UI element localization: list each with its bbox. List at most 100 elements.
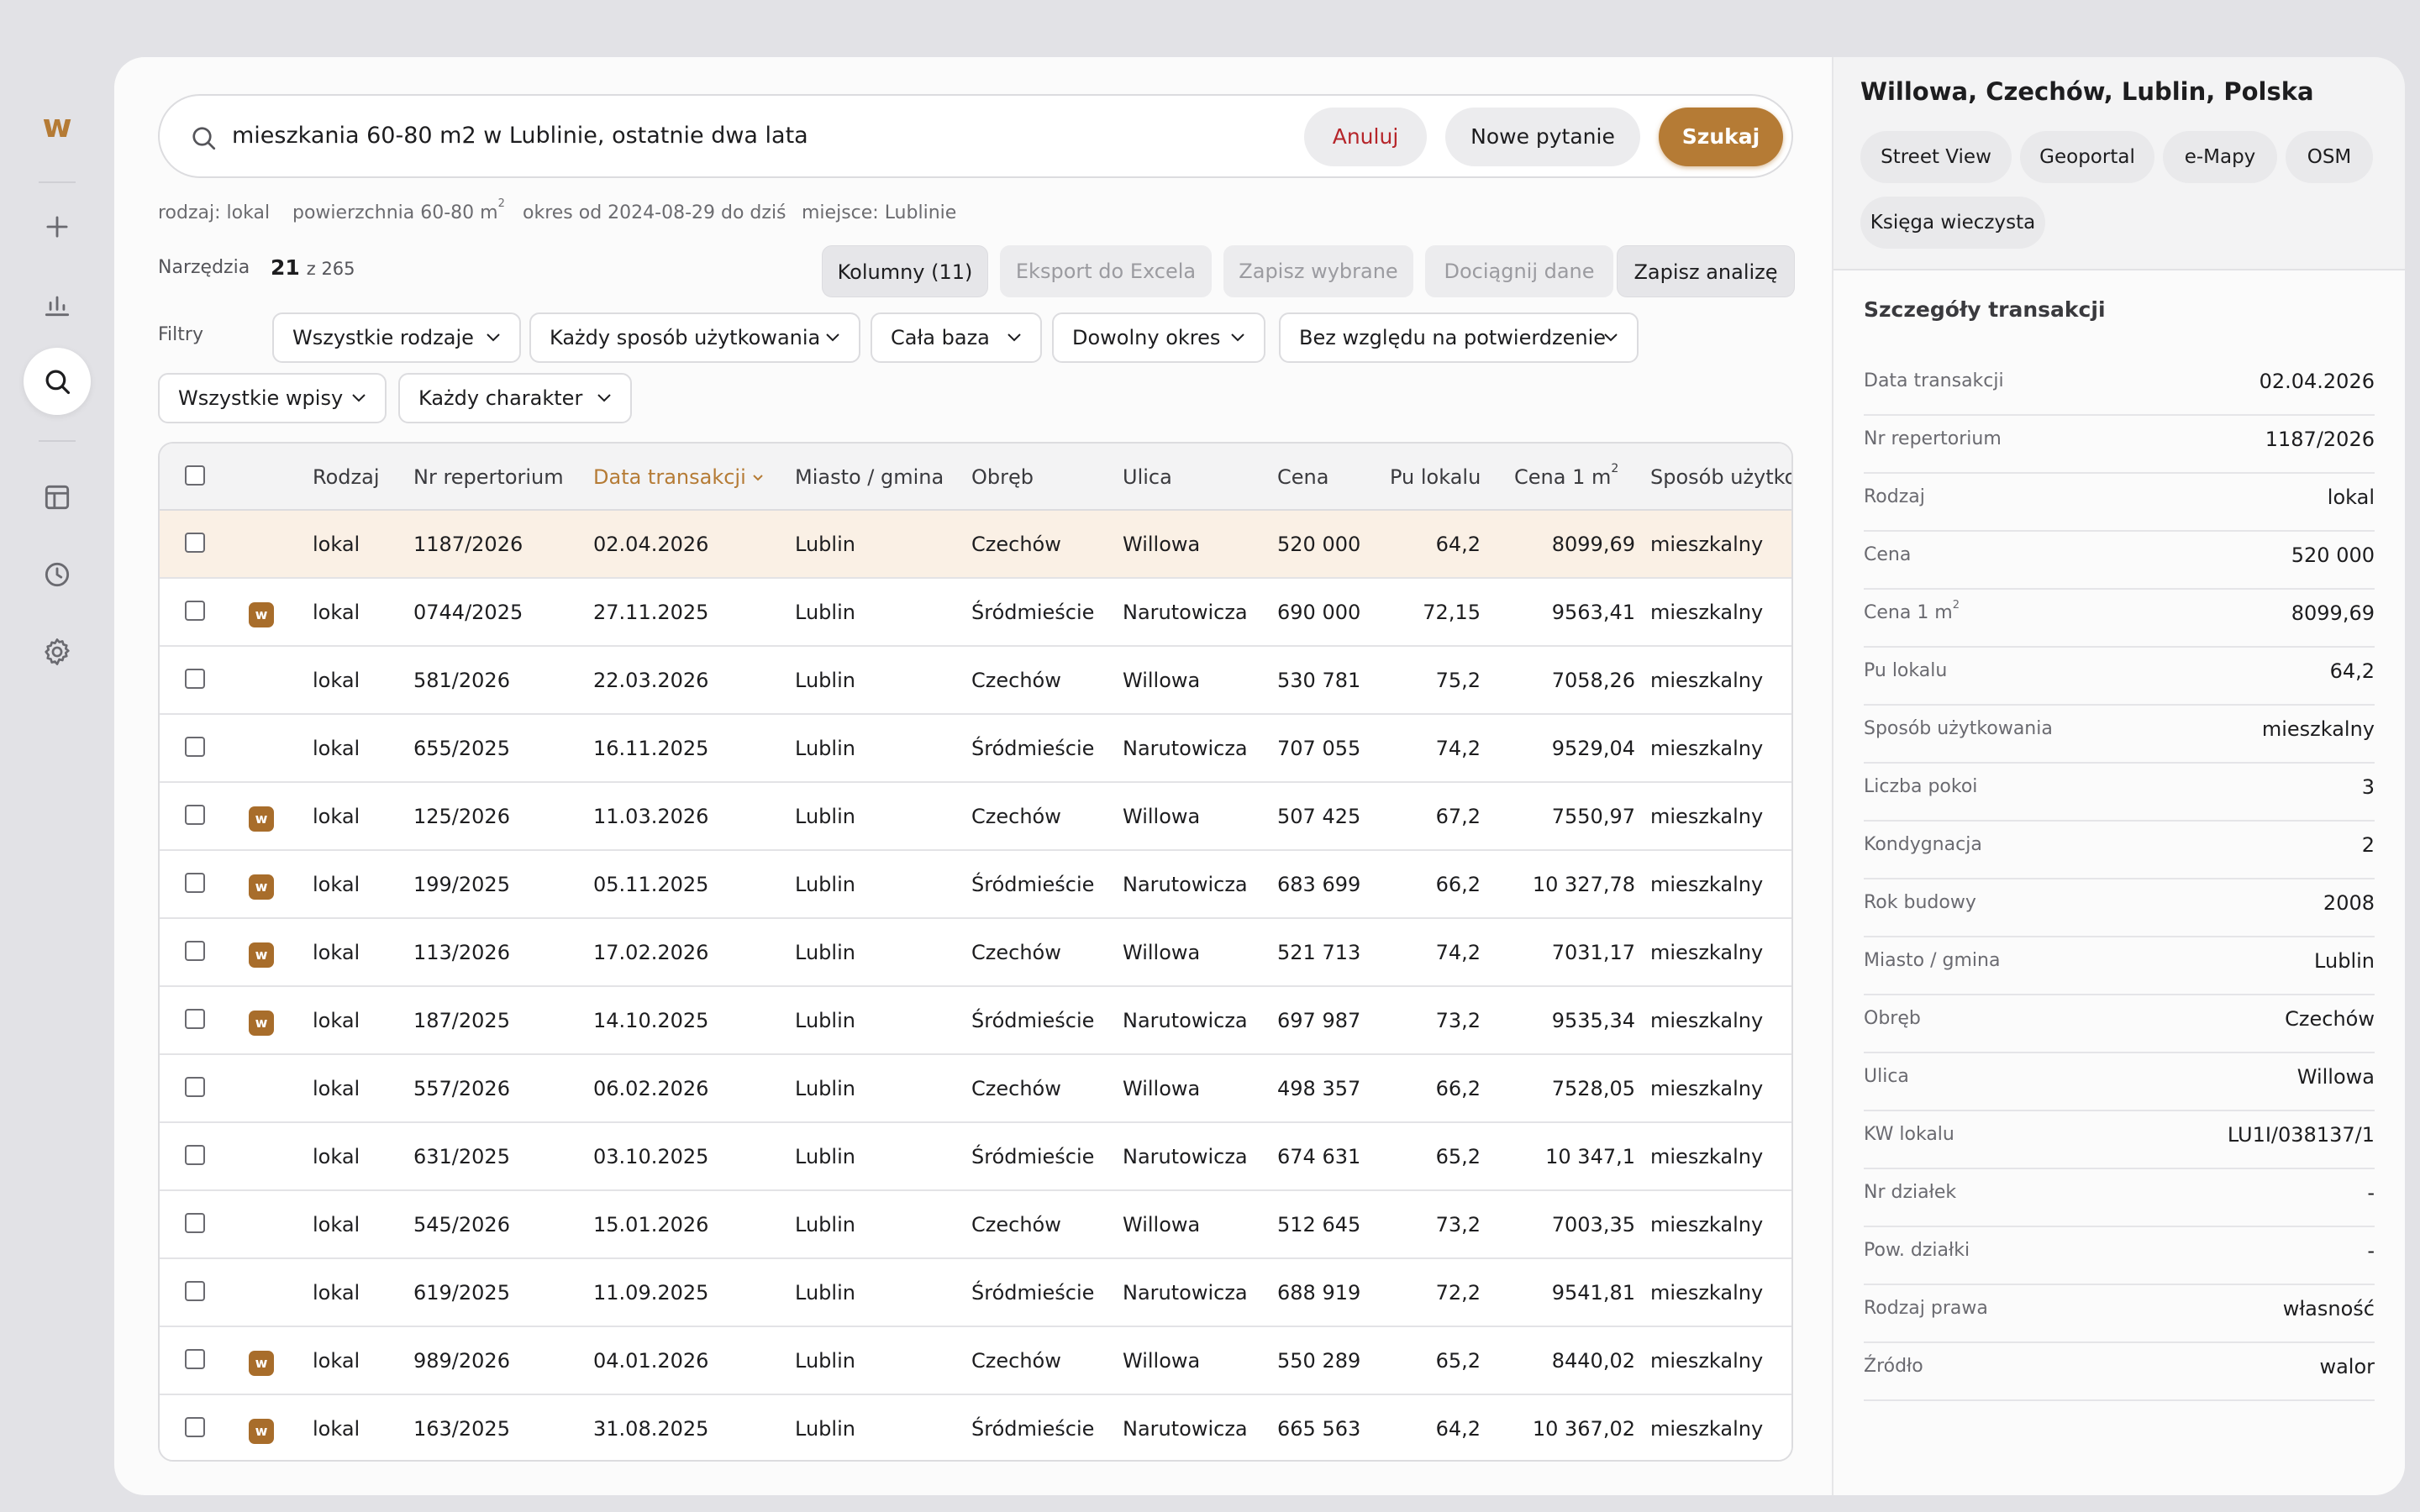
cell-obreb: Czechów [971, 1213, 1061, 1236]
cell-rodzaj: lokal [313, 1417, 360, 1441]
cell-pu: 72,2 [1435, 1281, 1481, 1305]
columns-button[interactable]: Kolumny (11) [822, 245, 988, 297]
table-row[interactable]: w lokal 125/2026 11.03.2026 Lublin Czechów Wil… [160, 783, 1791, 851]
row-checkbox[interactable] [185, 1417, 205, 1437]
detail-value: Willowa [2296, 1065, 2375, 1089]
detail-label-text: Rodzaj prawa [1864, 1298, 1988, 1319]
row-checkbox[interactable] [185, 669, 205, 689]
filter-entries-dropdown[interactable]: Wszystkie wpisy [158, 373, 387, 423]
table-row[interactable]: lokal 619/2025 11.09.2025 Lublin Śródmieście… [160, 1259, 1791, 1327]
detail-value: własność [2282, 1297, 2375, 1320]
gear-icon[interactable] [24, 618, 91, 685]
chart-icon[interactable] [24, 270, 91, 338]
criteria-place: miejsce: Lublinie [802, 202, 957, 223]
table-row[interactable]: lokal 581/2026 22.03.2026 Lublin Czechów Will… [160, 647, 1791, 715]
filter-base-value: Cała baza [891, 326, 990, 349]
detail-label-text: KW lokalu [1864, 1124, 1954, 1145]
table-row[interactable]: lokal 655/2025 16.11.2025 Lublin Śródmieście… [160, 715, 1791, 783]
cancel-button[interactable]: Anuluj [1304, 108, 1427, 166]
detail-label: Rodzaj prawa [1864, 1285, 1988, 1341]
column-header-miasto[interactable]: Miasto / gmina [795, 444, 944, 511]
filters-label: Filtry [158, 324, 203, 345]
row-checkbox[interactable] [185, 1145, 205, 1165]
column-header-nr-repertorium[interactable]: Nr repertorium [413, 444, 564, 511]
table-row[interactable]: lokal 1187/2026 02.04.2026 Lublin Czechów Wil… [160, 511, 1791, 579]
save-selected-button[interactable]: Zapisz wybrane [1223, 245, 1413, 297]
table-row[interactable]: w lokal 113/2026 17.02.2026 Lublin Czechów Wil… [160, 919, 1791, 987]
cell-obreb: Śródmieście [971, 1009, 1095, 1032]
search-input[interactable]: mieszkania 60-80 m2 w Lublinie, ostatnie… [232, 96, 808, 176]
column-header-sposob[interactable]: Sposób użytkow [1650, 444, 1791, 511]
row-checkbox[interactable] [185, 941, 205, 961]
search-button[interactable]: Szukaj [1659, 108, 1783, 166]
cell-cena-m2: 9535,34 [1551, 1009, 1635, 1032]
cell-pu: 67,2 [1435, 805, 1481, 828]
column-header-cena[interactable]: Cena [1277, 444, 1328, 511]
column-header-cena-m2-label: Cena 1 m [1514, 465, 1612, 489]
detail-label: Miasto / gmina [1864, 937, 2000, 993]
cell-obreb: Czechów [971, 1349, 1061, 1373]
cell-obreb: Czechów [971, 805, 1061, 828]
row-checkbox[interactable] [185, 1213, 205, 1233]
row-checkbox[interactable] [185, 1349, 205, 1369]
detail-label-text: Rok budowy [1864, 892, 1976, 913]
table-row[interactable]: w lokal 187/2025 14.10.2025 Lublin Śródmieści… [160, 987, 1791, 1055]
detail-value: - [2367, 1181, 2375, 1205]
cell-cena-m2: 9529,04 [1551, 737, 1635, 760]
column-header-pu-lokalu[interactable]: Pu lokalu [1390, 444, 1481, 511]
detail-label-text: Sposób użytkowania [1864, 718, 2053, 739]
new-question-button[interactable]: Nowe pytanie [1445, 108, 1640, 166]
filter-character-dropdown[interactable]: Każdy charakter [398, 373, 632, 423]
row-checkbox[interactable] [185, 1077, 205, 1097]
osm-link[interactable]: OSM [2286, 131, 2373, 183]
detail-row: Kondygnacja 2 [1864, 822, 2375, 879]
plus-icon[interactable] [24, 193, 91, 260]
filter-type-dropdown[interactable]: Wszystkie rodzaje [272, 312, 521, 363]
cell-cena-m2: 10 367,02 [1532, 1417, 1635, 1441]
table-row[interactable]: lokal 545/2026 15.01.2026 Lublin Czechów Will… [160, 1191, 1791, 1259]
geoportal-link[interactable]: Geoportal [2020, 131, 2154, 183]
column-header-data-transakcji[interactable]: Data transakcji [593, 444, 764, 511]
column-header-rodzaj[interactable]: Rodzaj [313, 444, 380, 511]
walor-badge-icon: w [249, 942, 274, 968]
row-checkbox[interactable] [185, 533, 205, 553]
table-row[interactable]: lokal 631/2025 03.10.2025 Lublin Śródmieście… [160, 1123, 1791, 1191]
column-header-ulica[interactable]: Ulica [1123, 444, 1172, 511]
table-row[interactable]: w lokal 163/2025 31.08.2025 Lublin Śródmieści… [160, 1395, 1791, 1460]
street-view-link[interactable]: Street View [1860, 131, 2012, 183]
table-row[interactable]: w lokal 199/2025 05.11.2025 Lublin Śródmieści… [160, 851, 1791, 919]
cell-nr: 655/2025 [413, 737, 510, 760]
app-logo[interactable]: w [39, 108, 76, 144]
row-checkbox[interactable] [185, 1281, 205, 1301]
cell-obreb: Czechów [971, 941, 1061, 964]
row-checkbox[interactable] [185, 601, 205, 621]
table-row[interactable]: w lokal 989/2026 04.01.2026 Lublin Czechów Wil… [160, 1327, 1791, 1395]
save-analysis-button[interactable]: Zapisz analizę [1617, 245, 1795, 297]
filter-period-dropdown[interactable]: Dowolny okres [1052, 312, 1265, 363]
filter-base-dropdown[interactable]: Cała baza [871, 312, 1042, 363]
table-row[interactable]: lokal 557/2026 06.02.2026 Lublin Czechów Will… [160, 1055, 1791, 1123]
row-checkbox[interactable] [185, 1009, 205, 1029]
detail-label-sup: 2 [1952, 599, 1960, 612]
row-checkbox[interactable] [185, 805, 205, 825]
cell-pu: 73,2 [1435, 1009, 1481, 1032]
export-excel-button[interactable]: Eksport do Excela [1000, 245, 1212, 297]
row-checkbox[interactable] [185, 873, 205, 893]
select-all-checkbox[interactable] [185, 465, 205, 486]
detail-label-text: Pow. działki [1864, 1240, 1970, 1261]
e-mapy-link[interactable]: e-Mapy [2163, 131, 2277, 183]
column-header-cena-m2[interactable]: Cena 1 m2 [1514, 444, 1618, 511]
detail-label-text: Nr działek [1864, 1182, 1957, 1203]
detail-value: 520 000 [2291, 543, 2375, 567]
clock-icon[interactable] [24, 541, 91, 608]
search-icon[interactable] [24, 348, 91, 415]
layout-icon[interactable] [24, 464, 91, 531]
cell-ulica: Willowa [1123, 533, 1201, 556]
fetch-data-button[interactable]: Dociągnij dane [1425, 245, 1613, 297]
land-register-link[interactable]: Księga wieczysta [1860, 197, 2045, 249]
row-checkbox[interactable] [185, 737, 205, 757]
column-header-obreb[interactable]: Obręb [971, 444, 1034, 511]
filter-confirmation-dropdown[interactable]: Bez względu na potwierdzenie [1279, 312, 1639, 363]
table-row[interactable]: w lokal 0744/2025 27.11.2025 Lublin Śródmieśc… [160, 579, 1791, 647]
filter-usage-dropdown[interactable]: Każdy sposób użytkowania [529, 312, 860, 363]
